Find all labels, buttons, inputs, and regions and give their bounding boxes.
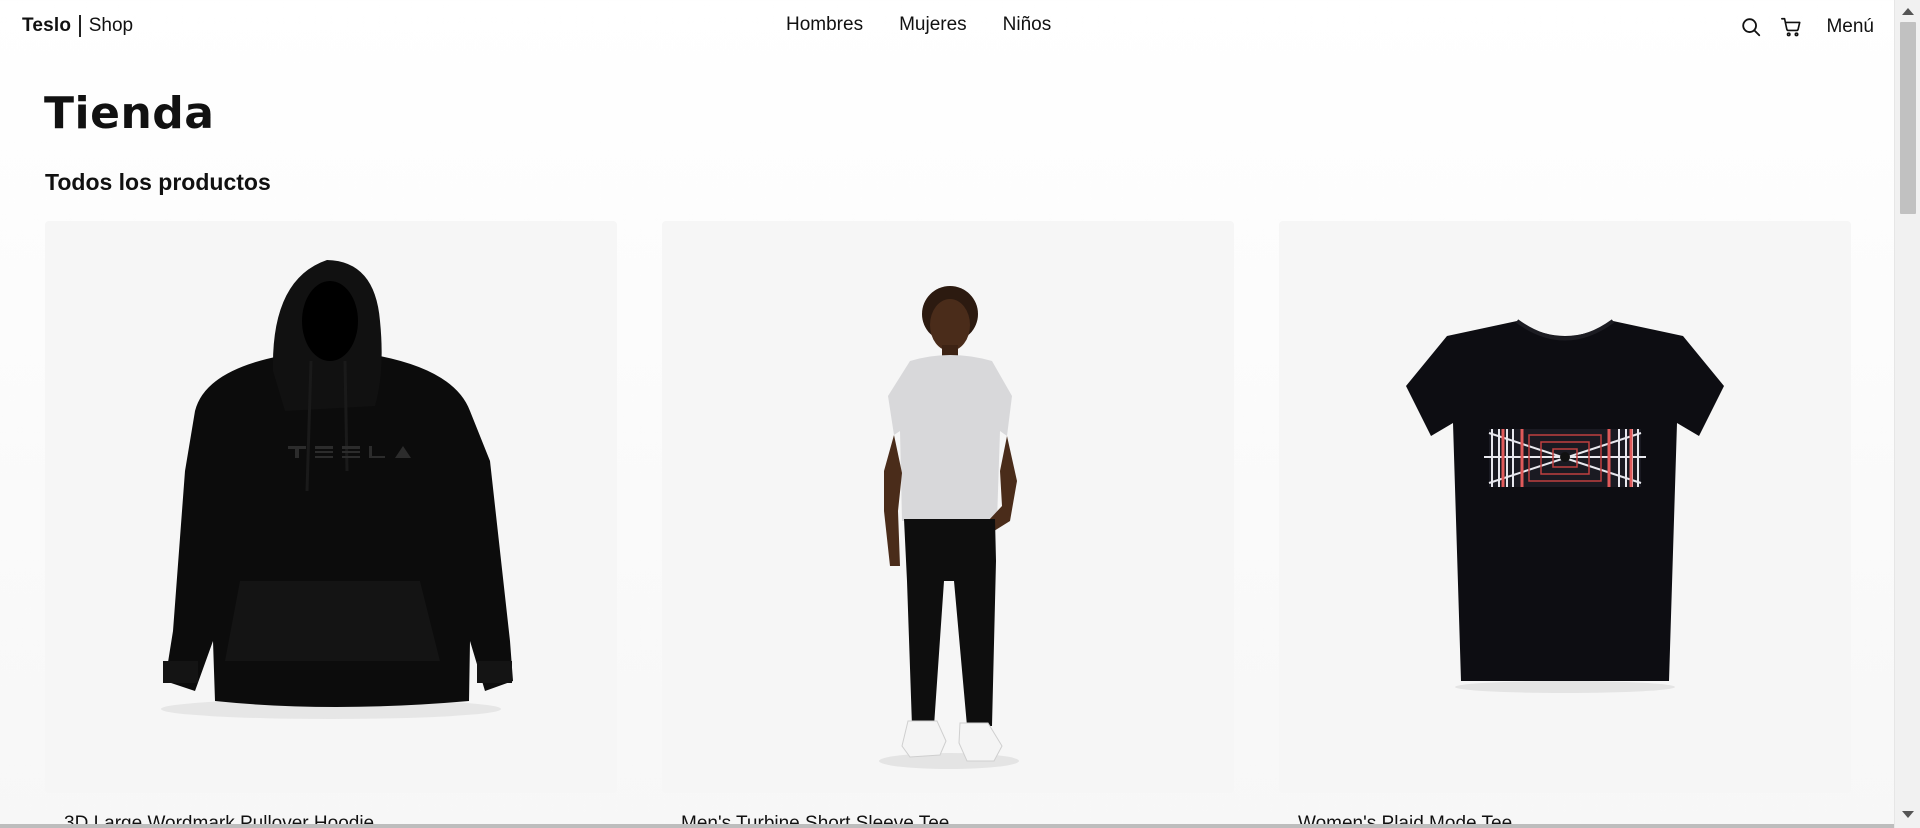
product-image-hoodie[interactable]	[45, 221, 617, 793]
top-navbar: Teslo Shop Hombres Mujeres Niños Menú	[0, 0, 1894, 55]
logo[interactable]: Teslo Shop	[22, 15, 133, 37]
cart-icon	[1781, 17, 1802, 37]
scroll-down-arrow-icon[interactable]	[1902, 811, 1914, 818]
product-card[interactable]: Women's Plaid Mode Tee	[1279, 221, 1851, 828]
vertical-scrollbar[interactable]	[1894, 0, 1920, 828]
search-icon	[1742, 18, 1761, 37]
nav-link-mujeres[interactable]: Mujeres	[899, 14, 967, 36]
model-image	[879, 286, 1019, 769]
menu-button[interactable]: Menú	[1826, 16, 1874, 38]
hoodie-image	[161, 260, 513, 719]
nav-link-hombres[interactable]: Hombres	[786, 14, 863, 36]
logo-brand: Teslo	[22, 15, 72, 36]
page-subtitle: Todos los productos	[45, 169, 271, 195]
main-nav: Hombres Mujeres Niños	[786, 14, 1051, 36]
product-card[interactable]: Men's Turbine Short Sleeve Tee	[662, 221, 1234, 828]
scroll-thumb[interactable]	[1900, 22, 1916, 214]
scroll-up-arrow-icon[interactable]	[1902, 8, 1914, 15]
nav-link-ninos[interactable]: Niños	[1003, 14, 1052, 36]
tee-image	[1406, 319, 1724, 693]
product-image-plaid-tee[interactable]	[1279, 221, 1851, 793]
logo-divider	[79, 15, 81, 37]
cart-button[interactable]	[1776, 12, 1806, 42]
search-button[interactable]	[1736, 12, 1766, 42]
logo-shop: Shop	[88, 15, 134, 36]
header-actions: Menú	[1736, 12, 1874, 42]
page-title: Tienda	[44, 88, 215, 139]
product-card[interactable]: 3D Large Wordmark Pullover Hoodie	[45, 221, 617, 828]
horizontal-scrollbar[interactable]	[0, 824, 1894, 828]
product-image-turbine-tee[interactable]	[662, 221, 1234, 793]
